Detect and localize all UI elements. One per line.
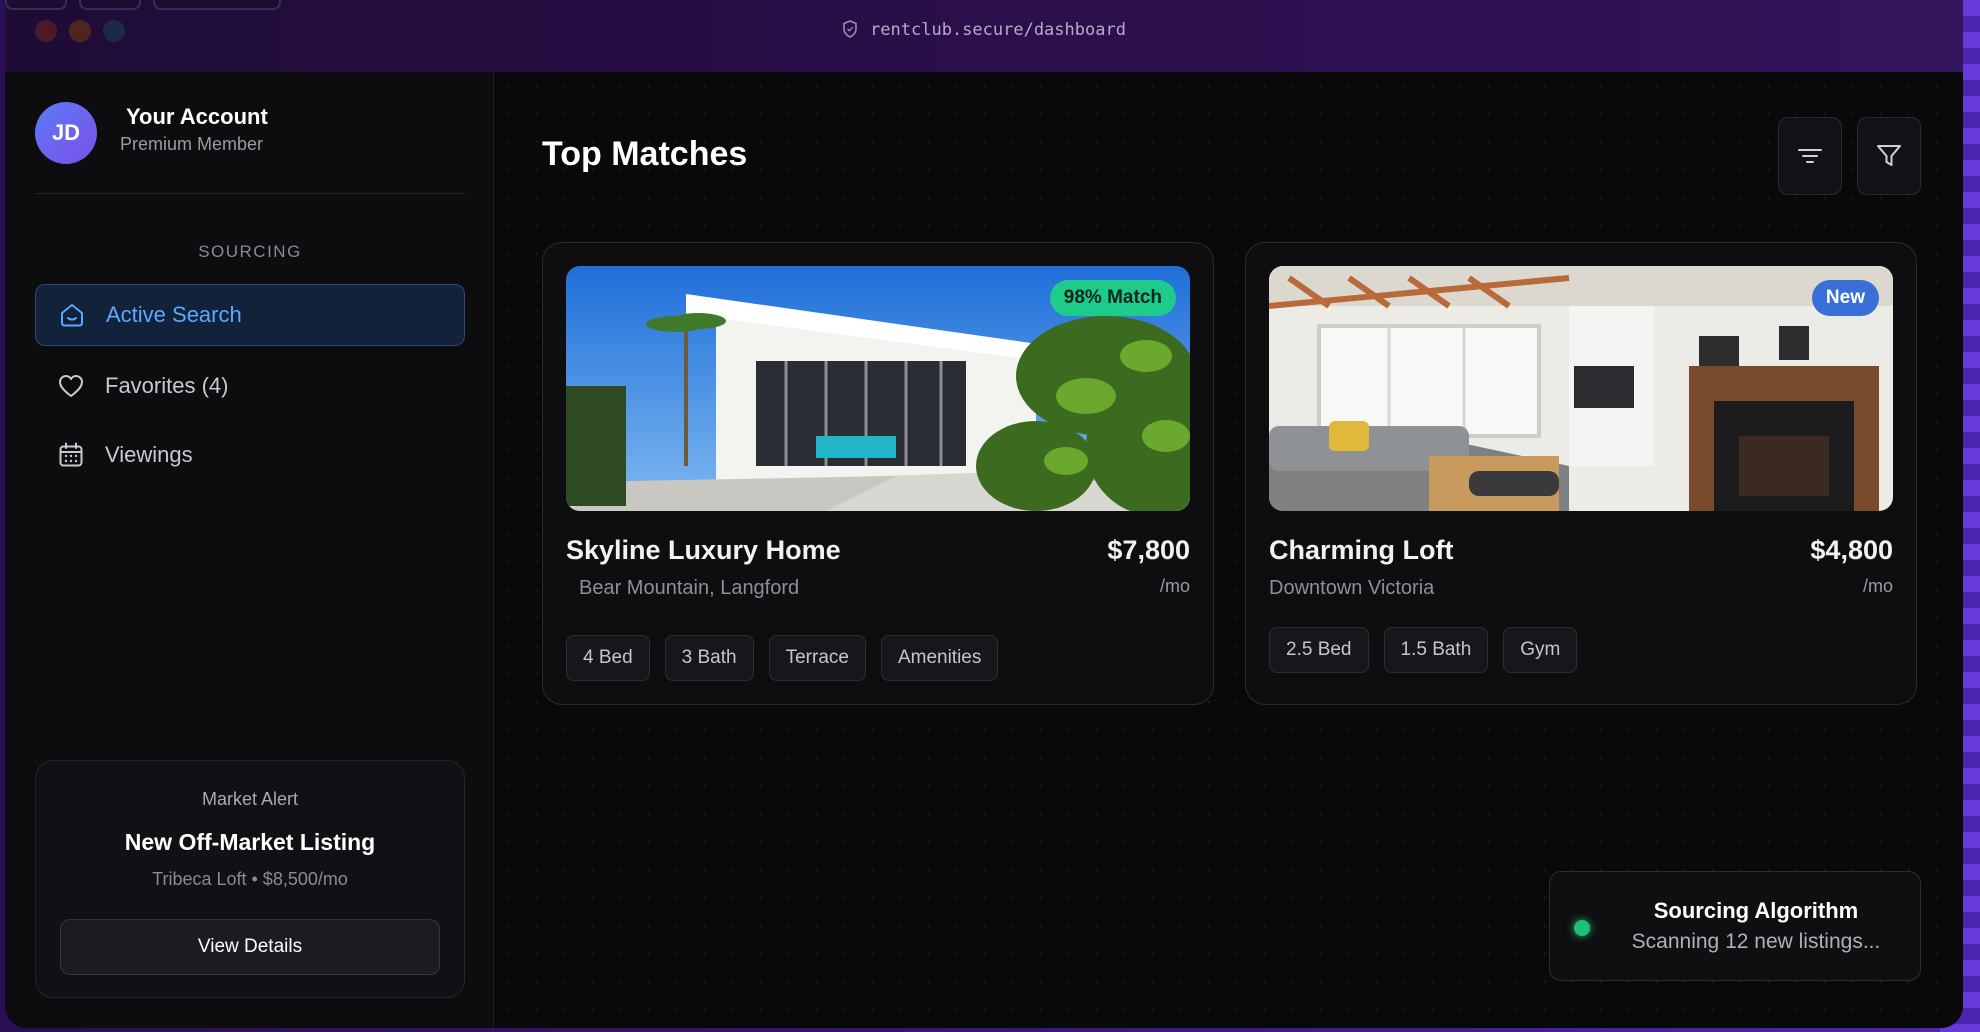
address-bar[interactable]: rentclub.secure/dashboard <box>5 20 1963 40</box>
listing-photo[interactable]: New <box>1269 266 1893 511</box>
feature-tags: 2.5 Bed 1.5 Bath Gym <box>1269 627 1578 673</box>
status-indicator-dot <box>1574 920 1590 936</box>
listing-card[interactable]: New Charming Loft Downtown Victoria $4,8… <box>1245 242 1917 705</box>
listing-card[interactable]: 98% Match Skyline Luxury Home Bear Mount… <box>542 242 1214 705</box>
sort-lines-icon <box>1798 149 1822 163</box>
home-icon <box>61 304 83 327</box>
sidebar-item-label: Favorites (4) <box>105 373 229 398</box>
price-period: /mo <box>1862 576 1893 596</box>
avatar[interactable]: JD <box>35 102 97 164</box>
feature-tags: 4 Bed 3 Bath Terrace Amenities <box>566 635 999 681</box>
divider <box>35 193 465 194</box>
feature-tag: 3 Bath <box>664 635 754 681</box>
browser-titlebar: rentclub.secure/dashboard <box>5 0 1963 72</box>
feature-tag: 4 Bed <box>566 635 650 681</box>
feature-tag: 1.5 Bath <box>1383 627 1489 673</box>
listing-location: Bear Mountain, Langford <box>579 577 800 599</box>
status-text: Scanning 12 new listings... <box>1631 930 1881 953</box>
market-alert-card: Market Alert New Off-Market Listing Trib… <box>35 760 465 998</box>
listing-location: Downtown Victoria <box>1269 577 1435 599</box>
section-label: SOURCING <box>198 242 302 261</box>
sidebar-item-viewings[interactable]: Viewings <box>35 424 465 486</box>
feature-tag: Terrace <box>768 635 866 681</box>
status-title: Sourcing Algorithm <box>1653 898 1859 923</box>
alert-label: Market Alert <box>201 789 299 809</box>
listing-price: $7,800 <box>1107 535 1190 565</box>
loft-photo <box>1269 266 1893 511</box>
filter-button[interactable] <box>1857 117 1921 195</box>
url-text: rentclub.secure/dashboard <box>870 20 1126 40</box>
sidebar-item-label: Viewings <box>105 442 193 467</box>
account-tier: Premium Member <box>120 134 264 154</box>
browser-tab[interactable] <box>5 0 67 10</box>
browser-tab[interactable] <box>153 0 281 10</box>
main-content: Top Matches 98% Match Skyline Luxury Hom… <box>495 72 1963 1028</box>
listing-price: $4,800 <box>1810 535 1893 565</box>
account-name[interactable]: Your Account <box>126 104 268 130</box>
page-title: Top Matches <box>542 135 748 173</box>
price-period: /mo <box>1159 576 1190 596</box>
browser-tab-strip <box>5 0 281 10</box>
view-details-button[interactable]: View Details <box>60 919 440 975</box>
listing-photo[interactable]: 98% Match <box>566 266 1190 511</box>
sourcing-status-toast: Sourcing Algorithm Scanning 12 new listi… <box>1549 871 1921 981</box>
sidebar-item-favorites[interactable]: Favorites (4) <box>35 355 465 417</box>
sidebar-item-active-search[interactable]: Active Search <box>35 284 465 346</box>
feature-tag: Gym <box>1503 627 1578 673</box>
filter-funnel-icon <box>1877 145 1901 166</box>
sort-button[interactable] <box>1778 117 1842 195</box>
new-badge: New <box>1811 280 1879 316</box>
alert-detail: Tribeca Loft • $8,500/mo <box>152 869 348 889</box>
match-badge: 98% Match <box>1049 280 1176 316</box>
listing-title[interactable]: Skyline Luxury Home <box>566 535 841 566</box>
browser-tab[interactable] <box>79 0 141 10</box>
browser-window: rentclub.secure/dashboard JD Your Accoun… <box>5 0 1963 1028</box>
calendar-icon <box>59 442 83 467</box>
alert-title: New Off-Market Listing <box>124 829 376 855</box>
feature-tag: Amenities <box>880 635 999 681</box>
sidebar: JD Your Account Premium Member SOURCING … <box>5 72 494 1028</box>
listing-title[interactable]: Charming Loft <box>1269 535 1453 566</box>
feature-tag: 2.5 Bed <box>1269 627 1369 673</box>
shield-icon <box>843 20 857 38</box>
heart-icon <box>59 375 83 397</box>
sidebar-item-label: Active Search <box>106 302 242 327</box>
